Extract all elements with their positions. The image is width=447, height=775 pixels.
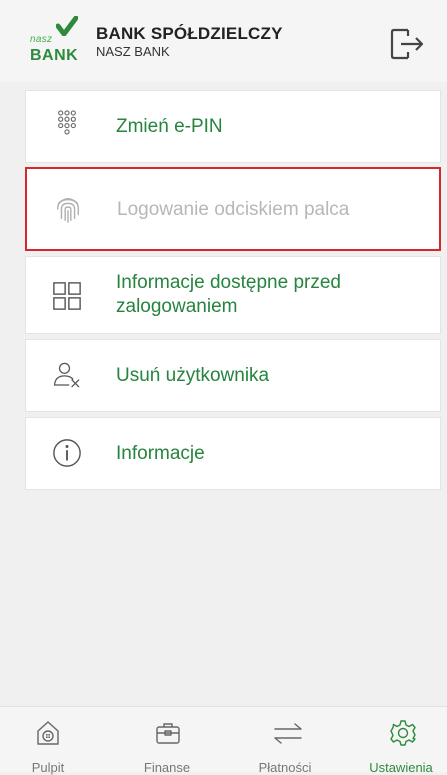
nav-label: Ustawienia (369, 760, 433, 775)
menu-item-info[interactable]: Informacje (25, 417, 441, 490)
nav-item-platnosci[interactable]: Płatności (240, 707, 330, 775)
bank-name: BANK SPÓŁDZIELCZY (96, 24, 283, 43)
menu-item-label: Zmień e-PIN (116, 116, 223, 137)
nav-item-finanse[interactable]: Finanse (122, 707, 212, 775)
bottom-nav: Pulpit Finanse Płatności Ustawienia (0, 706, 447, 775)
nav-item-ustawienia[interactable]: Ustawienia (356, 707, 446, 775)
logo-tick-icon (56, 16, 78, 36)
logout-icon (390, 28, 424, 60)
menu-item-pre-login-info[interactable]: Informacje dostępne przed zalogowaniem (25, 256, 441, 334)
bank-subtitle: NASZ BANK (96, 44, 170, 59)
nav-item-pulpit[interactable]: Pulpit (3, 707, 93, 775)
menu-item-remove-user[interactable]: Usuń użytkownika (25, 339, 441, 412)
nav-label: Płatności (258, 760, 312, 775)
menu-item-label: Usuń użytkownika (116, 365, 270, 386)
menu-item-change-epin[interactable]: Zmień e-PIN (25, 90, 441, 163)
app-header: nasz BANK BANK SPÓŁDZIELCZY NASZ BANK (0, 0, 447, 82)
menu-item-fingerprint-login[interactable]: Logowanie odciskiem palca (25, 167, 441, 251)
keypad-icon (58, 110, 76, 135)
home-icon (37, 721, 59, 745)
gear-icon (390, 720, 416, 746)
nav-label: Pulpit (31, 760, 65, 775)
menu-item-label-line1: Informacje dostępne przed (116, 272, 341, 293)
info-icon (53, 439, 81, 467)
logout-button[interactable] (384, 22, 428, 62)
menu-item-label: Logowanie odciskiem palca (117, 199, 350, 220)
remove-user-icon (53, 362, 80, 388)
wallet-icon (156, 723, 180, 744)
bank-logo: nasz BANK (30, 16, 86, 64)
fingerprint-icon (56, 197, 80, 223)
menu-item-label-line2: zalogowaniem (116, 296, 238, 317)
transfer-arrows-icon (274, 723, 302, 744)
grid-icon (53, 282, 81, 310)
logo-big-text: BANK (30, 47, 79, 64)
menu-item-label: Informacje (116, 443, 205, 464)
logo-small-text: nasz (30, 34, 53, 45)
nav-label: Finanse (143, 760, 191, 775)
